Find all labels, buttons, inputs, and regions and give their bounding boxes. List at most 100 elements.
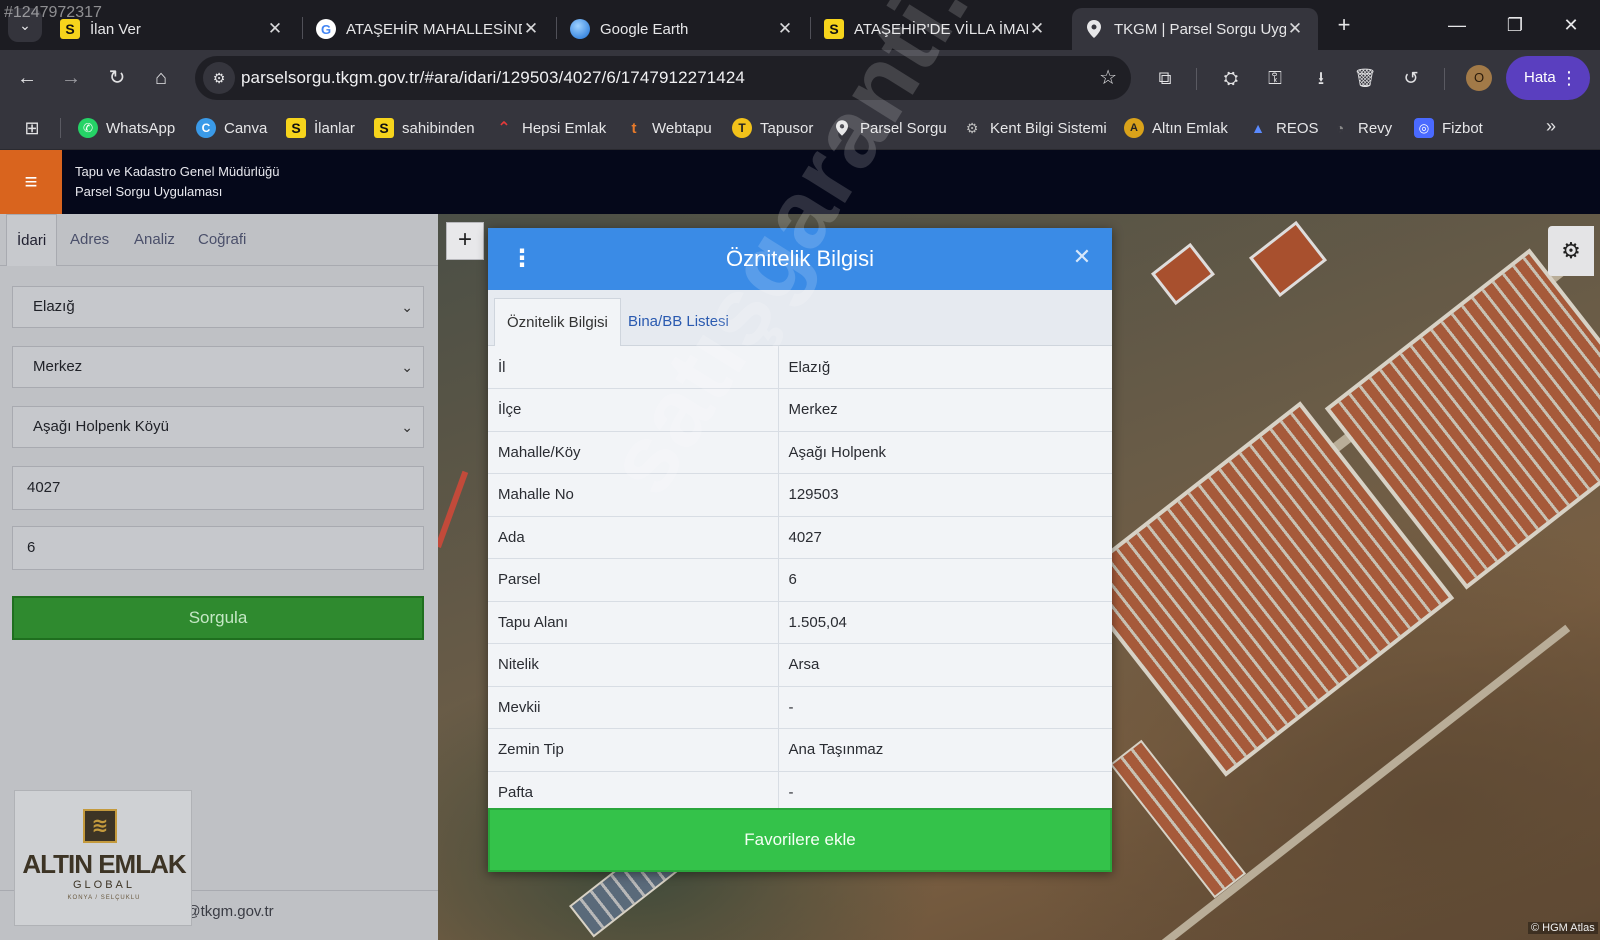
altin-icon: A <box>1124 118 1144 138</box>
attribute-key: Tapu Alanı <box>488 601 779 644</box>
bookmark-hepsi-emlak[interactable]: ⌃ Hepsi Emlak <box>494 106 606 150</box>
bookmark-altin-emlak[interactable]: A Altın Emlak <box>1124 106 1228 150</box>
extensions-icon[interactable]: ⧉ <box>1150 63 1180 93</box>
bookmark-parsel-sorgu[interactable]: Parsel Sorgu <box>832 106 947 150</box>
toolbar-divider <box>1196 68 1197 90</box>
password-key-icon[interactable]: ⚿ <box>1260 63 1290 93</box>
bookmark-webtapu[interactable]: t Webtapu <box>624 106 712 150</box>
home-button[interactable]: ⌂ <box>146 63 176 93</box>
forward-button[interactable]: → <box>56 63 86 93</box>
bookmark-fizbot[interactable]: ◎ Fizbot <box>1414 106 1483 150</box>
bookmark-whatsapp[interactable]: ✆ WhatsApp <box>78 106 175 150</box>
tab-analiz[interactable]: Analiz <box>134 214 175 266</box>
apps-grid-icon[interactable]: ⊞ <box>20 116 44 140</box>
bookmark-reos[interactable]: ▲ REOS <box>1248 106 1319 150</box>
bookmark-label: REOS <box>1276 119 1319 137</box>
map-road <box>438 470 469 549</box>
incognito-icon[interactable]: ⛭ <box>1216 63 1246 93</box>
bookmark-label: WhatsApp <box>106 119 176 137</box>
table-row: Mahalle/Köy Aşağı Holpenk <box>488 431 1112 474</box>
kebab-menu-icon: ⋮ <box>1560 68 1578 88</box>
ilce-select[interactable]: Merkez ⌄ <box>12 346 424 388</box>
history-icon[interactable]: ↺ <box>1396 63 1426 93</box>
site-header: ≡ Tapu ve Kadastro Genel Müdürlüğü Parse… <box>0 150 1600 214</box>
tab-bina-bb-listesi[interactable]: Bina/BB Listesi <box>616 298 741 346</box>
attribute-value: Arsa <box>778 643 1112 687</box>
download-icon[interactable]: ⭳ <box>1306 63 1336 93</box>
back-button[interactable]: ← <box>12 63 42 93</box>
bookmark-label: Fizbot <box>1442 119 1483 137</box>
address-bar[interactable]: ⚙ parselsorgu.tkgm.gov.tr/#ara/idari/129… <box>195 56 1131 100</box>
bookmark-label: Tapusor <box>760 119 814 137</box>
bookmark-label: İlanlar <box>314 119 355 137</box>
query-button[interactable]: Sorgula <box>12 596 424 640</box>
close-tab-icon[interactable]: ✕ <box>522 19 540 39</box>
attribute-key: Mahalle No <box>488 473 779 517</box>
tab-title: ATAŞEHİR MAHALLESİNDE <box>346 20 522 38</box>
ada-input[interactable]: 4027 <box>12 466 424 510</box>
tab-cografi[interactable]: Coğrafi <box>198 214 246 266</box>
map-pin-favicon-icon <box>1084 19 1104 39</box>
il-select[interactable]: Elazığ ⌄ <box>12 286 424 328</box>
zoom-in-button[interactable]: + <box>446 222 484 260</box>
close-window-button[interactable]: ✕ <box>1556 10 1586 40</box>
bookmark-ilanlar[interactable]: S İlanlar <box>286 106 355 150</box>
new-tab-button[interactable]: + <box>1331 12 1357 38</box>
image-id-overlay: #1247972317 <box>4 4 102 21</box>
bookmark-kent-bilgi-sistemi[interactable]: ⚙ Kent Bilgi Sistemi <box>962 106 1107 150</box>
attribute-key: Zemin Tip <box>488 728 779 772</box>
table-row: Ada 4027 <box>488 516 1112 559</box>
bookmarks-bar: ⊞ ✆ WhatsApp C Canva S İlanlar S sahibin… <box>0 106 1600 150</box>
add-to-favorites-button[interactable]: Favorilere ekle <box>488 808 1112 872</box>
logo-name: ALTIN EMLAK <box>22 849 186 879</box>
tab-atasehir-mahallesinde[interactable]: G ATAŞEHİR MAHALLESİNDE ✕ <box>304 8 554 50</box>
mahalle-select-value: Aşağı Holpenk Köyü <box>33 418 169 435</box>
close-tab-icon[interactable]: ✕ <box>1028 19 1046 39</box>
close-icon[interactable]: ✕ <box>1070 242 1094 272</box>
url-text[interactable]: parselsorgu.tkgm.gov.tr/#ara/idari/12950… <box>241 56 745 100</box>
ilce-select-value: Merkez <box>33 358 83 375</box>
site-settings-icon[interactable]: ⚙ <box>203 62 235 94</box>
hepsiemlak-icon: ⌃ <box>497 120 511 137</box>
tab-title: TKGM | Parsel Sorgu Uyg <box>1114 20 1286 38</box>
table-row: İlçe Merkez <box>488 388 1112 432</box>
tab-atasehir-villa-imar[interactable]: S ATAŞEHİR'DE VİLLA İMAR ✕ <box>812 8 1060 50</box>
minimize-window-button[interactable]: ― <box>1442 10 1472 40</box>
close-tab-icon[interactable]: ✕ <box>776 19 794 39</box>
parsel-input[interactable]: 6 <box>12 526 424 570</box>
map-settings-gear-icon[interactable]: ⚙ <box>1548 226 1594 276</box>
villa-roof <box>1248 220 1328 298</box>
chevron-down-icon: ⌄ <box>401 419 413 435</box>
hamburger-menu-icon[interactable]: ≡ <box>0 150 62 214</box>
logo-subtitle: GLOBAL <box>72 879 136 891</box>
profile-avatar[interactable]: O <box>1466 65 1492 91</box>
tab-adres[interactable]: Adres <box>70 214 109 266</box>
tab-google-earth[interactable]: Google Earth ✕ <box>558 8 808 50</box>
bookmark-label: Canva <box>224 119 268 137</box>
close-tab-icon[interactable]: ✕ <box>266 19 284 39</box>
reload-button[interactable]: ↻ <box>102 63 132 93</box>
close-tab-icon[interactable]: ✕ <box>1286 19 1304 39</box>
dialog-header: ⋮ Öznitelik Bilgisi ✕ <box>488 228 1112 290</box>
tab-tkgm-parsel-sorgu[interactable]: TKGM | Parsel Sorgu Uyg ✕ <box>1072 8 1318 50</box>
bookmark-star-icon[interactable]: ☆ <box>1099 56 1117 100</box>
site-title-block: Tapu ve Kadastro Genel Müdürlüğü Parsel … <box>75 162 280 202</box>
attribute-value: 4027 <box>778 516 1112 559</box>
tab-divider <box>810 17 811 39</box>
mahalle-select[interactable]: Aşağı Holpenk Köyü ⌄ <box>12 406 424 448</box>
chevron-down-icon: ⌄ <box>401 359 413 375</box>
bookmark-label: Kent Bilgi Sistemi <box>990 119 1107 137</box>
restore-window-button[interactable]: ❐ <box>1500 10 1530 40</box>
delete-trash-icon[interactable]: 🗑 <box>1350 63 1380 93</box>
more-bookmarks-icon[interactable]: » <box>1546 116 1556 137</box>
attribute-key: Ada <box>488 516 779 559</box>
bookmark-sahibinden[interactable]: S sahibinden <box>374 106 475 150</box>
bookmark-revy[interactable]: ◔ Revy <box>1330 106 1392 150</box>
bookmark-canva[interactable]: C Canva <box>196 106 267 150</box>
tab-idari[interactable]: İdari <box>6 214 58 266</box>
tapusor-icon: T <box>732 118 752 138</box>
bookmark-tapusor[interactable]: T Tapusor <box>732 106 813 150</box>
villa-roof <box>1150 242 1216 306</box>
error-menu-button[interactable]: Hata ⋮ <box>1506 56 1590 100</box>
tab-oznitelik-bilgisi[interactable]: Öznitelik Bilgisi <box>494 298 621 346</box>
